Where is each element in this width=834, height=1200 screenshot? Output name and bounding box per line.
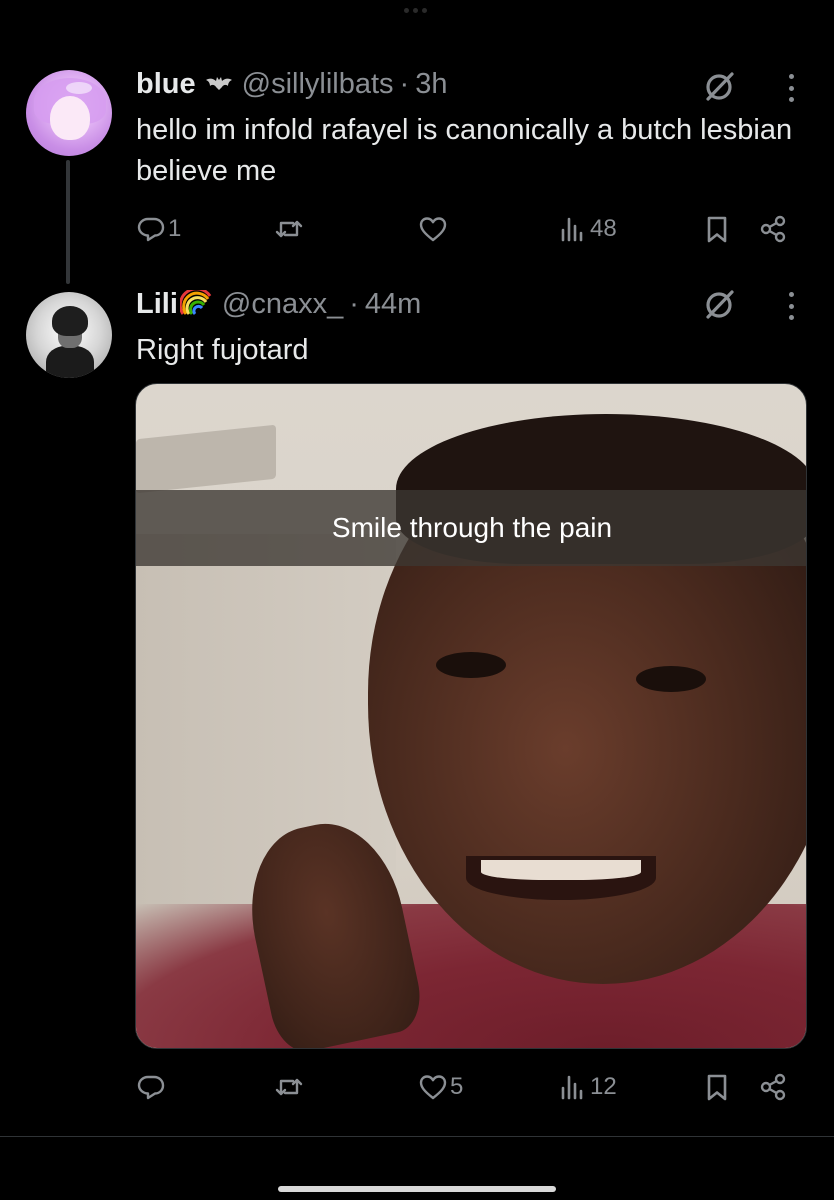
tweet-actions: 1 48 (136, 214, 796, 250)
timestamp[interactable]: 44m (365, 288, 421, 321)
more-options-icon[interactable] (787, 292, 795, 320)
reply-count: 1 (168, 215, 182, 242)
reply-button[interactable] (136, 1072, 168, 1102)
like-count: 5 (450, 1073, 464, 1100)
bookmark-icon (707, 216, 727, 243)
views-icon (561, 1075, 583, 1100)
view-count: 48 (590, 215, 617, 242)
divider (0, 1136, 834, 1137)
views-button[interactable]: 12 (558, 1072, 617, 1102)
bookmark-button[interactable] (702, 1072, 732, 1102)
share-button[interactable] (758, 214, 788, 244)
tweet-media-image[interactable]: Smile through the pain (135, 383, 807, 1049)
like-button[interactable] (418, 214, 450, 244)
retweet-button[interactable] (274, 1072, 306, 1102)
tweet-header: Lili @cnaxx_ · 44m (136, 286, 421, 321)
separator-dot: · (399, 68, 410, 100)
heart-icon (419, 217, 447, 242)
home-indicator[interactable] (278, 1186, 556, 1192)
tweet-text: Right fujotard (136, 334, 309, 366)
separator-dot: · (349, 288, 359, 320)
display-name[interactable]: Lili (136, 288, 178, 321)
tweet-header: blue @sillylilbats · 3h (136, 68, 447, 101)
bat-icon (205, 72, 232, 98)
like-button[interactable]: 5 (418, 1072, 463, 1102)
user-handle[interactable]: @cnaxx_ (222, 288, 343, 321)
views-button[interactable]: 48 (558, 214, 617, 244)
heart-icon (419, 1075, 447, 1100)
avatar[interactable] (26, 70, 112, 156)
tweet-actions: 5 12 (136, 1072, 796, 1108)
thread-connector-line (66, 160, 70, 284)
user-handle[interactable]: @sillylilbats (242, 68, 394, 101)
media-caption: Smile through the pain (136, 490, 806, 566)
retweet-icon (275, 1078, 303, 1096)
more-options-icon[interactable] (787, 74, 795, 102)
retweet-icon (275, 220, 303, 238)
avatar[interactable] (26, 292, 112, 378)
bookmark-icon (707, 1074, 727, 1101)
sheet-handle (404, 8, 427, 13)
timestamp[interactable]: 3h (415, 68, 447, 101)
share-button[interactable] (758, 1072, 788, 1102)
reply-icon (137, 217, 165, 242)
display-name[interactable]: blue (136, 68, 196, 101)
rainbow-icon (178, 286, 212, 316)
view-count: 12 (590, 1073, 617, 1100)
views-icon (561, 217, 583, 242)
share-icon (760, 215, 786, 243)
bookmark-button[interactable] (702, 214, 732, 244)
reply-icon (137, 1075, 165, 1100)
grok-icon[interactable] (702, 70, 736, 104)
grok-icon[interactable] (702, 288, 736, 322)
reply-button[interactable]: 1 (136, 214, 181, 244)
tweet-text: hello im infold rafayel is canonically a… (136, 114, 793, 187)
share-icon (760, 1073, 786, 1101)
retweet-button[interactable] (274, 214, 306, 244)
